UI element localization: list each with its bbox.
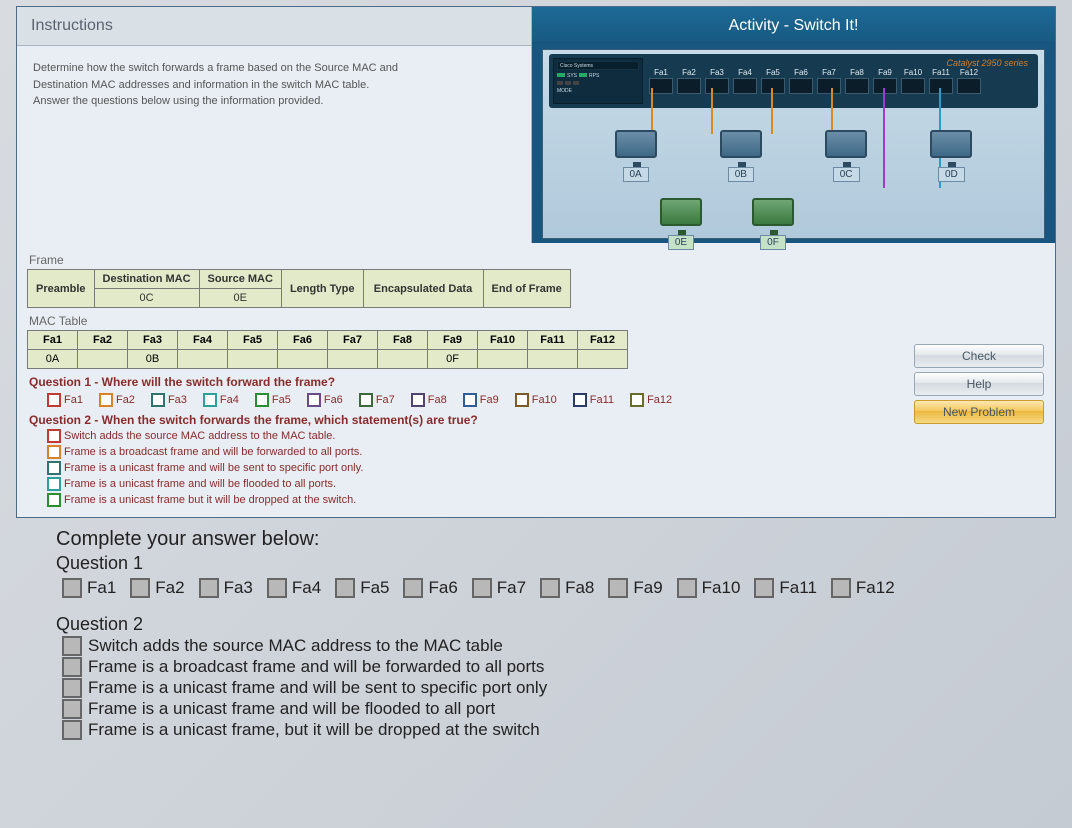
q1-option-fa9[interactable]: Fa9 [463, 393, 499, 407]
activity-title: Activity - Switch It! [532, 7, 1055, 41]
lower-q1-option-fa7[interactable]: Fa7 [472, 578, 526, 598]
port-row [649, 78, 1032, 94]
lower-q1-option-fa9[interactable]: Fa9 [608, 578, 662, 598]
lower-q1-option-fa4[interactable]: Fa4 [267, 578, 321, 598]
port-labels: Fa1Fa2Fa3Fa4Fa5Fa6Fa7Fa8Fa9Fa10Fa11Fa12 [649, 68, 1032, 77]
q1-option-fa1[interactable]: Fa1 [47, 393, 83, 407]
lower-q1-option-fa2[interactable]: Fa2 [130, 578, 184, 598]
lower-q1-option-fa11[interactable]: Fa11 [754, 578, 817, 598]
frame-label: Frame [29, 253, 1045, 267]
lower-q1-option-fa3[interactable]: Fa3 [199, 578, 253, 598]
lower-q2-stmt-1[interactable]: Switch adds the source MAC address to th… [62, 636, 1054, 656]
frame-dest-mac: 0C [94, 289, 199, 308]
q1-option-fa2[interactable]: Fa2 [99, 393, 135, 407]
lower-q1-option-fa1[interactable]: Fa1 [62, 578, 116, 598]
instructions-body: Determine how the switch forwards a fram… [17, 46, 531, 132]
computer-0c: 0C [821, 130, 871, 182]
lower-q1-options: Fa1 Fa2 Fa3 Fa4 Fa5 Fa6 Fa7 Fa8 Fa9 Fa10 Fa11 Fa12 [62, 578, 1054, 598]
instructions-title: Instructions [17, 7, 531, 46]
lower-q1-option-fa10[interactable]: Fa10 [677, 578, 741, 598]
side-buttons: Check Help New Problem [914, 340, 1044, 428]
activity-panel: Activity - Switch It! Cisco Systems SYSR… [532, 7, 1055, 243]
lower-q2-stmt-5[interactable]: Frame is a unicast frame, but it will be… [62, 720, 1054, 740]
lower-q2-label: Question 2 [56, 614, 1054, 635]
lower-q2-statements: Switch adds the source MAC address to th… [56, 636, 1054, 740]
lower-q1-option-fa6[interactable]: Fa6 [403, 578, 457, 598]
lower-q2-stmt-4[interactable]: Frame is a unicast frame and will be flo… [62, 699, 1054, 719]
q1-option-fa6[interactable]: Fa6 [307, 393, 343, 407]
frame-src-mac: 0E [199, 289, 281, 308]
lower-q1-label: Question 1 [56, 553, 1054, 574]
q1-option-fa10[interactable]: Fa10 [515, 393, 557, 407]
help-button[interactable]: Help [914, 372, 1044, 396]
q1-options: Fa1 Fa2 Fa3 Fa4 Fa5 Fa6 Fa7 Fa8 Fa9 Fa10 Fa11 Fa12 [47, 393, 1045, 407]
q1-option-fa4[interactable]: Fa4 [203, 393, 239, 407]
lower-q2-stmt-2[interactable]: Frame is a broadcast frame and will be f… [62, 657, 1054, 677]
complete-heading: Complete your answer below: [56, 528, 1054, 551]
instructions-panel: Instructions Determine how the switch fo… [17, 7, 532, 243]
lower-q1-option-fa12[interactable]: Fa12 [831, 578, 895, 598]
computer-0e: 0E [660, 198, 702, 250]
activity-app: Instructions Determine how the switch fo… [16, 6, 1056, 518]
lower-q1-option-fa8[interactable]: Fa8 [540, 578, 594, 598]
mac-table-label: MAC Table [29, 314, 1045, 328]
switch-diagram: Cisco Systems SYSRPS MODE Catalyst 2950 … [542, 49, 1045, 239]
computer-0f: 0F [752, 198, 794, 250]
mac-table: Fa1Fa2Fa3Fa4Fa5Fa6Fa7Fa8Fa9Fa10Fa11Fa12 … [27, 330, 628, 369]
frame-area: Frame Preamble Destination MAC Source MA… [17, 243, 1055, 517]
q2-stmt-3[interactable]: Frame is a unicast frame and will be sen… [47, 461, 1045, 475]
question-2-text: Question 2 - When the switch forwards th… [29, 413, 1045, 427]
switch-status-panel: Cisco Systems SYSRPS MODE [553, 58, 643, 104]
q2-stmt-1[interactable]: Switch adds the source MAC address to th… [47, 429, 1045, 443]
q2-stmt-4[interactable]: Frame is a unicast frame and will be flo… [47, 477, 1045, 491]
q1-option-fa12[interactable]: Fa12 [630, 393, 672, 407]
q1-option-fa11[interactable]: Fa11 [573, 393, 614, 407]
computer-0a: 0A [611, 130, 661, 182]
check-button[interactable]: Check [914, 344, 1044, 368]
q2-statements: Switch adds the source MAC address to th… [47, 429, 1045, 507]
lower-q2-stmt-3[interactable]: Frame is a unicast frame and will be sen… [62, 678, 1054, 698]
switch-device: Cisco Systems SYSRPS MODE Catalyst 2950 … [549, 54, 1038, 108]
question-1-text: Question 1 - Where will the switch forwa… [29, 375, 1045, 389]
q1-option-fa5[interactable]: Fa5 [255, 393, 291, 407]
q1-option-fa8[interactable]: Fa8 [411, 393, 447, 407]
q1-option-fa3[interactable]: Fa3 [151, 393, 187, 407]
lower-answer-area: Complete your answer below: Question 1 F… [56, 528, 1054, 740]
q2-stmt-2[interactable]: Frame is a broadcast frame and will be f… [47, 445, 1045, 459]
new-problem-button[interactable]: New Problem [914, 400, 1044, 424]
switch-brand: Catalyst 2950 series [946, 58, 1028, 68]
frame-table: Preamble Destination MAC Source MAC Leng… [27, 269, 571, 308]
q1-option-fa7[interactable]: Fa7 [359, 393, 395, 407]
q2-stmt-5[interactable]: Frame is a unicast frame but it will be … [47, 493, 1045, 507]
lower-q1-option-fa5[interactable]: Fa5 [335, 578, 389, 598]
computer-0d: 0D [926, 130, 976, 182]
computer-0b: 0B [716, 130, 766, 182]
